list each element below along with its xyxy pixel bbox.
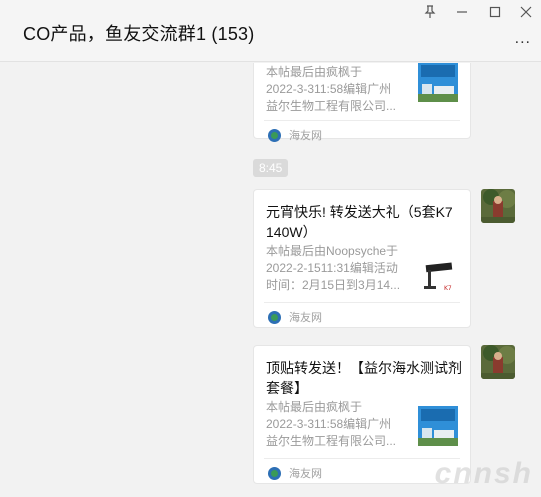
card-desc-line: 2022-3-311:58编辑广州: [266, 82, 392, 96]
card-desc-line: 本帖最后由Noopsyche于: [266, 244, 399, 258]
close-icon[interactable]: [515, 3, 537, 21]
avatar[interactable]: [481, 345, 515, 379]
link-card[interactable]: 本帖最后由疯枫于 2022-3-311:58编辑广州 益尔生物工程有限公司...…: [253, 63, 471, 142]
card-title: 顶贴转发送！【益尔海水测试剂套餐】: [266, 360, 462, 396]
card-source: 海友网: [268, 309, 322, 325]
card-title: 元宵快乐! 转发送大礼（5套K7 140W）: [266, 204, 453, 240]
card-desc-line: 2022-2-1511:31编辑活动: [266, 261, 398, 275]
more-options-icon[interactable]: ...: [515, 30, 531, 48]
chat-header: CO产品，鱼友交流群1 (153) ...: [0, 0, 541, 62]
haiyou-logo-icon: [268, 128, 281, 142]
chat-title: CO产品，鱼友交流群1 (153): [23, 24, 255, 44]
haiyou-logo-icon: [268, 310, 281, 324]
card-thumbnail: [418, 406, 458, 446]
minimize-icon[interactable]: [451, 3, 473, 21]
haiyou-logo-icon: [268, 466, 281, 480]
card-thumbnail: [418, 63, 458, 102]
card-source: 海友网: [268, 465, 322, 481]
card-desc-line: 益尔生物工程有限公司...: [266, 434, 397, 448]
card-desc-line: 时间：2月15日到3月14...: [266, 278, 401, 292]
pin-icon[interactable]: [419, 3, 441, 21]
card-source: 海友网: [268, 127, 322, 143]
time-divider: 8:45: [253, 159, 289, 177]
maximize-icon[interactable]: [484, 3, 506, 21]
card-desc-line: 本帖最后由疯枫于: [266, 65, 363, 79]
watermark: cnnsh: [434, 457, 533, 490]
card-desc-line: 本帖最后由疯枫于: [266, 400, 363, 414]
card-desc-line: 2022-3-311:58编辑广州: [266, 417, 392, 431]
avatar[interactable]: [481, 189, 515, 223]
card-desc-line: 益尔生物工程有限公司...: [266, 99, 397, 113]
chat-messages[interactable]: 本帖最后由疯枫于 2022-3-311:58编辑广州 益尔生物工程有限公司...…: [0, 63, 541, 497]
card-thumbnail: K7: [418, 256, 458, 296]
link-card[interactable]: 元宵快乐! 转发送大礼（5套K7 140W） 本帖最后由Noopsyche于 2…: [253, 189, 471, 328]
svg-text:K7: K7: [444, 285, 452, 292]
